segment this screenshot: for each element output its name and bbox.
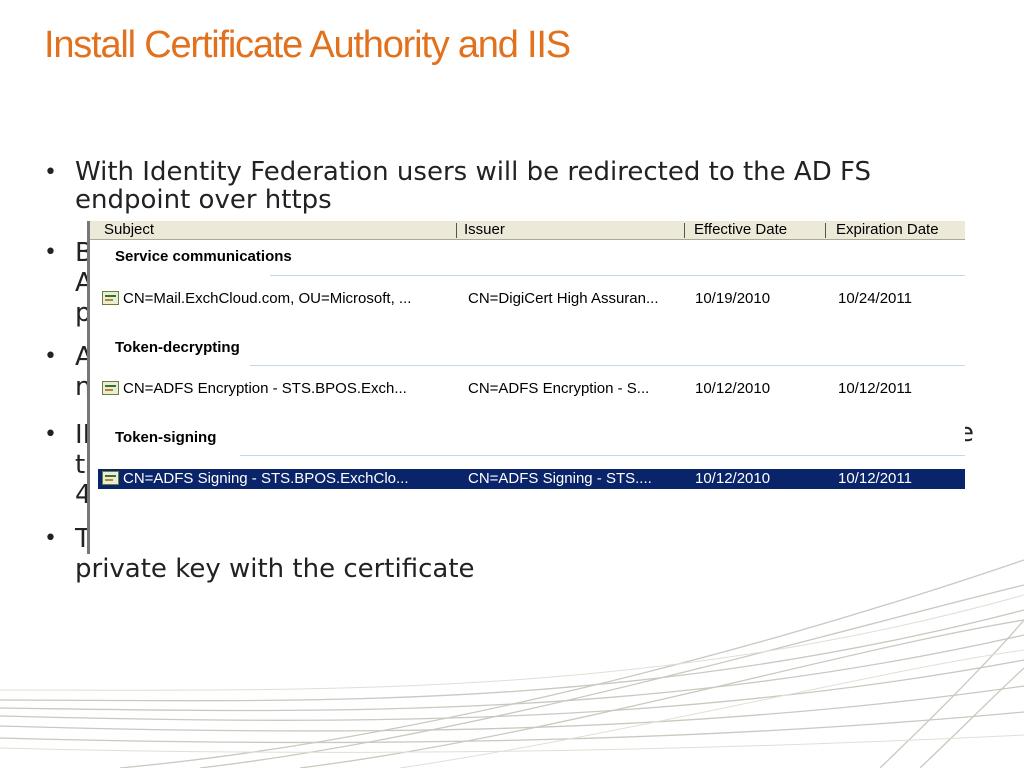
bullet-dot: • bbox=[44, 240, 57, 265]
column-divider[interactable] bbox=[684, 223, 685, 238]
group-label-service-communications: Service communications bbox=[115, 248, 292, 265]
group-divider bbox=[270, 275, 965, 276]
cell-subject: CN=ADFS Signing - STS.BPOS.ExchClo... bbox=[123, 470, 409, 487]
group-divider bbox=[240, 455, 965, 456]
bullet-dot: • bbox=[44, 160, 57, 185]
column-header-expiration-date[interactable]: Expiration Date bbox=[836, 221, 939, 239]
cell-issuer: CN=DigiCert High Assuran... bbox=[468, 290, 659, 307]
bullet-text: With Identity Federation users will be r… bbox=[75, 157, 871, 215]
bullet-item: • With Identity Federation users will be… bbox=[44, 158, 974, 218]
bullet-dot: • bbox=[44, 344, 57, 369]
certificate-icon bbox=[102, 291, 119, 305]
group-divider bbox=[250, 365, 965, 366]
cell-issuer: CN=ADFS Signing - STS.... bbox=[468, 470, 652, 487]
certificate-row[interactable]: CN=ADFS Encryption - STS.BPOS.Exch... CN… bbox=[98, 379, 965, 399]
cell-subject: CN=ADFS Encryption - STS.BPOS.Exch... bbox=[123, 380, 407, 397]
cell-expiration-date: 10/12/2011 bbox=[838, 470, 912, 487]
column-header-subject[interactable]: Subject bbox=[104, 221, 154, 239]
bullet-dot: • bbox=[44, 526, 57, 551]
bullet-dot: • bbox=[44, 422, 57, 447]
certificate-icon bbox=[102, 471, 119, 485]
certificate-icon bbox=[102, 381, 119, 395]
cell-effective-date: 10/12/2010 bbox=[695, 470, 771, 487]
certificate-row-selected[interactable]: CN=ADFS Signing - STS.BPOS.ExchClo... CN… bbox=[98, 469, 965, 489]
cell-subject: CN=Mail.ExchCloud.com, OU=Microsoft, ... bbox=[123, 290, 412, 307]
column-header-bar: Subject Issuer Effective Date Expiration… bbox=[90, 221, 965, 240]
group-label-token-decrypting: Token-decrypting bbox=[115, 339, 240, 356]
column-header-issuer[interactable]: Issuer bbox=[464, 221, 505, 239]
group-label-token-signing: Token-signing bbox=[115, 429, 217, 446]
column-divider[interactable] bbox=[825, 223, 826, 238]
certificate-list-window: Subject Issuer Effective Date Expiration… bbox=[87, 221, 965, 554]
slide-title: Install Certificate Authority and IIS bbox=[44, 24, 571, 66]
cell-effective-date: 10/12/2010 bbox=[695, 380, 771, 397]
cell-expiration-date: 10/24/2011 bbox=[838, 290, 912, 307]
cell-issuer: CN=ADFS Encryption - S... bbox=[468, 380, 650, 397]
column-divider[interactable] bbox=[456, 223, 457, 238]
column-header-effective-date[interactable]: Effective Date bbox=[694, 221, 787, 239]
cell-expiration-date: 10/12/2011 bbox=[838, 380, 912, 397]
cell-effective-date: 10/19/2010 bbox=[695, 290, 771, 307]
certificate-row[interactable]: CN=Mail.ExchCloud.com, OU=Microsoft, ...… bbox=[98, 289, 965, 309]
